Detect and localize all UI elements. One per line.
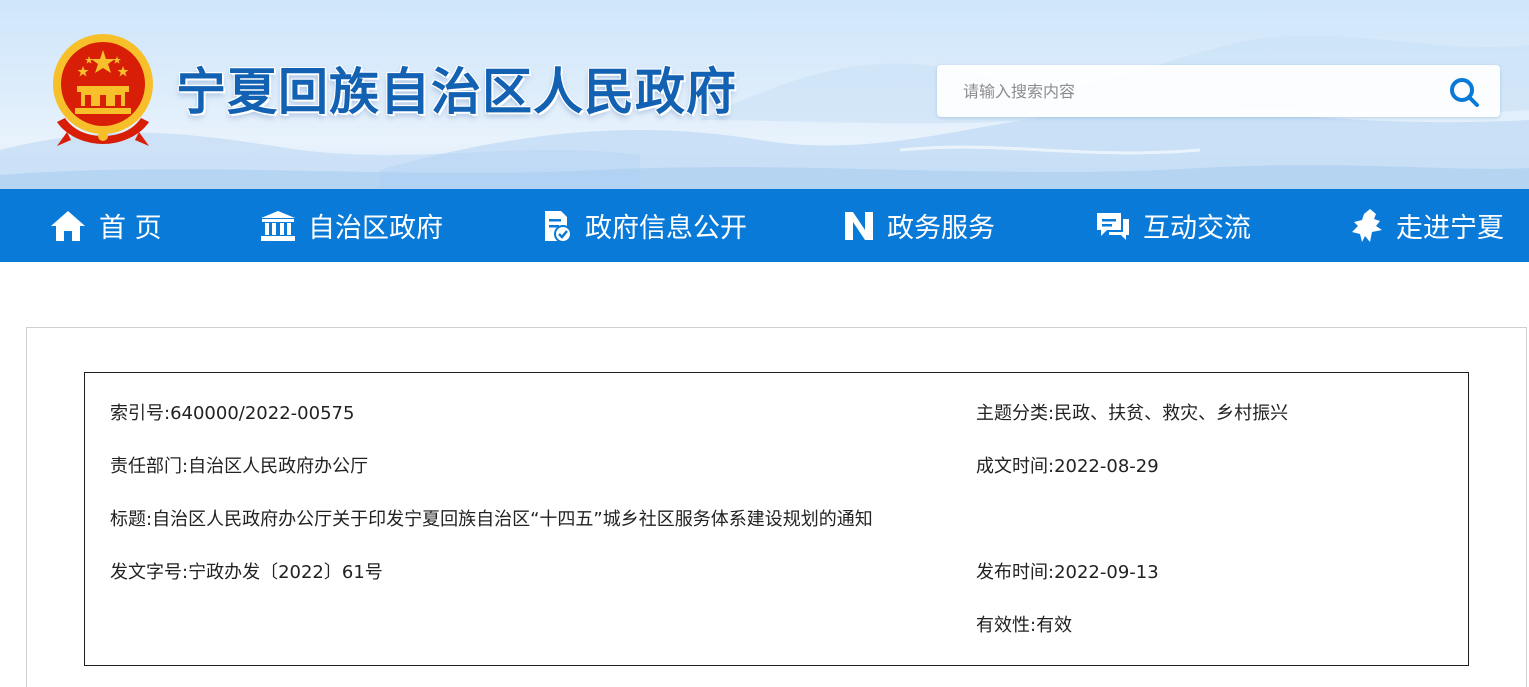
nav-item-label: 政务服务: [887, 213, 995, 244]
ningxia-map-icon: [1352, 208, 1382, 242]
chat-bubbles-icon: [1097, 212, 1129, 240]
document-number-value: 宁政办发〔2022〕61号: [188, 562, 383, 583]
nav-item-label: 政府信息公开: [585, 213, 747, 244]
validity-row: 有效性:有效: [976, 611, 1072, 637]
document-title-label: 标题:: [110, 509, 153, 530]
index-number-row: 索引号:640000/2022-00575: [110, 399, 354, 425]
created-date-value: 2022-08-29: [1054, 456, 1159, 477]
department-label: 责任部门:: [110, 456, 189, 477]
service-n-icon: [845, 211, 873, 240]
nav-item-services[interactable]: 政务服务: [843, 189, 995, 262]
validity-label: 有效性:: [976, 615, 1037, 636]
nav-item-label: 互动交流: [1143, 213, 1251, 244]
site-title[interactable]: 宁夏回族自治区人民政府: [176, 52, 737, 124]
department-row: 责任部门:自治区人民政府办公厅: [110, 452, 368, 478]
index-number-label: 索引号:: [110, 403, 171, 424]
published-date-value: 2022-09-13: [1054, 562, 1159, 583]
validity-value: 有效: [1036, 615, 1073, 636]
home-icon: [51, 210, 85, 241]
document-title-row: 标题:自治区人民政府办公厅关于印发宁夏回族自治区“十四五”城乡社区服务体系建设规…: [110, 505, 873, 531]
document-info-table: 索引号:640000/2022-00575 主题分类:民政、扶贫、救灾、乡村振兴…: [84, 372, 1469, 666]
document-number-row: 发文字号:宁政办发〔2022〕61号: [110, 558, 383, 584]
main-nav: 首 页 自治区政府 政府信息公开 政务服务 互动交流 走进宁夏: [0, 189, 1529, 262]
department-value: 自治区人民政府办公厅: [188, 456, 369, 477]
topic-value: 民政、扶贫、救灾、乡村振兴: [1054, 403, 1289, 424]
published-date-label: 发布时间:: [976, 562, 1055, 583]
search-input[interactable]: [937, 65, 1437, 117]
created-date-row: 成文时间:2022-08-29: [976, 452, 1159, 478]
search-box: [937, 65, 1500, 117]
search-icon[interactable]: [1447, 75, 1481, 109]
nav-item-about-ningxia[interactable]: 走进宁夏: [1350, 189, 1504, 262]
topic-label: 主题分类:: [976, 403, 1055, 424]
nav-item-label: 走进宁夏: [1396, 213, 1504, 244]
nav-item-label: 首 页: [99, 213, 162, 244]
nav-item-info-disclosure[interactable]: 政府信息公开: [541, 189, 747, 262]
nav-item-label: 自治区政府: [308, 213, 443, 244]
nav-item-home[interactable]: 首 页: [49, 189, 162, 262]
header-banner: 宁夏回族自治区人民政府: [0, 0, 1529, 189]
national-emblem-icon: [53, 34, 153, 146]
index-number-value: 640000/2022-00575: [170, 403, 355, 424]
document-number-label: 发文字号:: [110, 562, 189, 583]
topic-row: 主题分类:民政、扶贫、救灾、乡村振兴: [976, 399, 1288, 425]
nav-item-government[interactable]: 自治区政府: [260, 189, 443, 262]
document-check-icon: [545, 210, 572, 243]
government-building-icon: [261, 210, 295, 241]
document-title-value: 自治区人民政府办公厅关于印发宁夏回族自治区“十四五”城乡社区服务体系建设规划的通…: [152, 509, 873, 530]
published-date-row: 发布时间:2022-09-13: [976, 558, 1159, 584]
created-date-label: 成文时间:: [976, 456, 1055, 477]
nav-item-interaction[interactable]: 互动交流: [1095, 189, 1251, 262]
